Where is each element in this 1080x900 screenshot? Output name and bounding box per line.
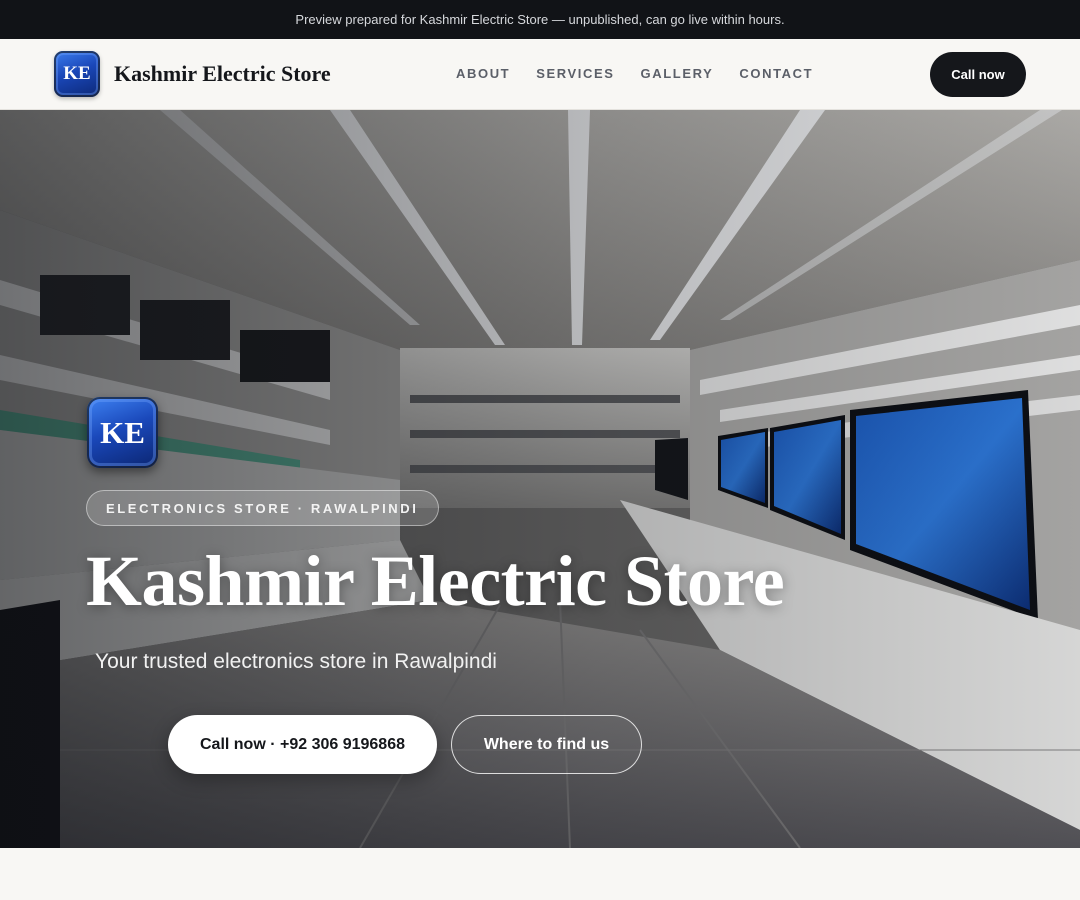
hero-subtitle: Your trusted electronics store in Rawalp… — [95, 650, 497, 673]
site-header: KE Kashmir Electric Store ABOUT SERVICES… — [0, 39, 1080, 110]
brand-logo-text: KE — [63, 63, 91, 84]
preview-banner-text: Preview prepared for Kashmir Electric St… — [295, 12, 785, 27]
header-call-button[interactable]: Call now — [930, 52, 1026, 97]
hero-title: Kashmir Electric Store — [86, 541, 785, 621]
main-nav: ABOUT SERVICES GALLERY CONTACT — [456, 66, 813, 81]
preview-banner: Preview prepared for Kashmir Electric St… — [0, 0, 1080, 39]
nav-contact[interactable]: CONTACT — [739, 66, 813, 81]
nav-gallery[interactable]: GALLERY — [641, 66, 714, 81]
where-to-find-us-button[interactable]: Where to find us — [451, 715, 642, 774]
brand-name[interactable]: Kashmir Electric Store — [114, 61, 331, 87]
hero-category-badge: ELECTRONICS STORE · RAWALPINDI — [86, 490, 439, 526]
hero-logo-text: KE — [100, 414, 145, 450]
nav-services[interactable]: SERVICES — [536, 66, 614, 81]
nav-about[interactable]: ABOUT — [456, 66, 510, 81]
hero-call-button[interactable]: Call now · +92 306 9196868 — [168, 715, 437, 774]
brand-logo[interactable]: KE — [54, 51, 100, 97]
hero-section: KE ELECTRONICS STORE · RAWALPINDI Kashmi… — [0, 110, 1080, 848]
hero-logo: KE — [87, 397, 158, 468]
